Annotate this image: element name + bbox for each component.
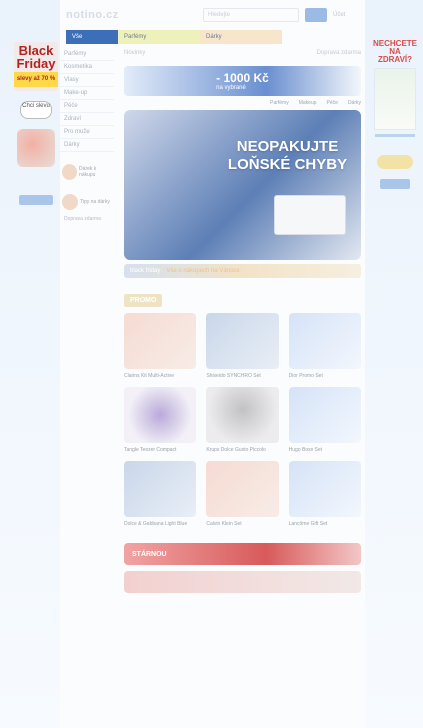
- right-ad-gold-button[interactable]: [377, 155, 413, 169]
- discount-amount: - 1000 Kč na vybrané: [216, 71, 269, 91]
- product-card[interactable]: Krups Dolce Gusto Piccolo: [206, 387, 279, 453]
- black-friday-ribbon[interactable]: black friday Vše o nákupech na Vánoce: [124, 264, 361, 278]
- right-ad-cta[interactable]: [380, 179, 410, 189]
- promo-bar-secondary[interactable]: [124, 571, 361, 593]
- product-name: Lancôme Gift Set: [288, 521, 328, 527]
- tab-perfumes[interactable]: Parfémy: [118, 30, 200, 44]
- product-grid: Clarins Kit Multi-Active Shiseido SYNCHR…: [124, 313, 361, 527]
- page-container: notino.cz Hledejte Účet Vše Parfémy Dárk…: [60, 0, 365, 728]
- site-logo[interactable]: notino.cz: [66, 9, 119, 21]
- sidebar-promo[interactable]: Dárek k nákupu: [60, 162, 114, 182]
- product-image: [124, 387, 197, 443]
- sidebar-item[interactable]: Dárky: [60, 139, 114, 152]
- product-card[interactable]: Calvin Klein Set: [206, 461, 279, 527]
- discount-value: - 1000 Kč: [216, 71, 269, 85]
- product-name: Calvin Klein Set: [206, 521, 242, 527]
- ribbon-text: Vše o nákupech na Vánoce: [166, 268, 240, 274]
- discount-banner[interactable]: - 1000 Kč na vybrané: [124, 66, 361, 96]
- product-card[interactable]: Dior Promo Set: [288, 313, 361, 379]
- subnav-item[interactable]: Dárky: [348, 100, 361, 106]
- main-top-right[interactable]: Doprava zdarma: [317, 50, 361, 56]
- header: notino.cz Hledejte Účet: [60, 0, 365, 30]
- black-friday-badge: Black Friday slevy až 70 %: [14, 42, 58, 91]
- badge-title: Black Friday: [16, 43, 56, 71]
- product-card[interactable]: Lancôme Gift Set: [288, 461, 361, 527]
- tab-all[interactable]: Vše: [66, 30, 118, 44]
- promo-section-tag: PROMO: [124, 294, 163, 307]
- right-ad-banner[interactable]: NECHCETE NA ZDRAVÍ?: [373, 40, 417, 189]
- sub-navigation: Parfémy Makeup Péče Dárky: [124, 100, 361, 106]
- sidebar-item[interactable]: Parfémy: [60, 48, 114, 61]
- promo-thumbnail: [62, 164, 78, 180]
- product-image: [124, 461, 197, 517]
- nav-tabs: Vše Parfémy Dárky: [66, 30, 359, 44]
- promo-bar[interactable]: STÁRNOU: [124, 543, 361, 565]
- product-image: [288, 461, 361, 517]
- product-card[interactable]: Hugo Boss Set: [288, 387, 361, 453]
- search-button[interactable]: [305, 8, 327, 22]
- promo-text: Dárek k nákupu: [79, 166, 97, 178]
- product-name: Tangle Teezer Compact: [124, 447, 177, 453]
- main-top-left[interactable]: Novinky: [124, 50, 145, 56]
- product-card[interactable]: Clarins Kit Multi-Active: [124, 313, 197, 379]
- sidebar-item[interactable]: Péče: [60, 100, 114, 113]
- account-link[interactable]: Účet: [333, 12, 359, 18]
- main-content: Novinky Doprava zdarma - 1000 Kč na vybr…: [114, 44, 365, 593]
- main-topbar: Novinky Doprava zdarma: [124, 44, 361, 62]
- sidebar: Parfémy Kosmetika Vlasy Make-up Péče Zdr…: [60, 44, 114, 593]
- product-image: [206, 387, 279, 443]
- product-name: Hugo Boss Set: [288, 447, 323, 453]
- subnav-item[interactable]: Makeup: [299, 100, 317, 106]
- sidebar-item[interactable]: Kosmetika: [60, 61, 114, 74]
- product-name: Clarins Kit Multi-Active: [124, 373, 175, 379]
- sidebar-note: Doprava zdarma: [64, 216, 101, 222]
- product-name: Krups Dolce Gusto Piccolo: [206, 447, 266, 453]
- sidebar-item[interactable]: Zdraví: [60, 113, 114, 126]
- product-name: Dior Promo Set: [288, 373, 323, 379]
- subnav-item[interactable]: Parfémy: [270, 100, 289, 106]
- left-ad-banner[interactable]: Black Friday slevy až 70 % Chci slevu: [14, 42, 58, 205]
- product-image: [288, 387, 361, 443]
- ribbon-label: black friday: [130, 268, 161, 274]
- discount-sub: na vybrané: [216, 85, 246, 91]
- left-ad-cta[interactable]: [19, 195, 53, 205]
- hero-headline: NEOPAKUJTE LOŇSKÉ CHYBY: [227, 138, 348, 173]
- right-ad-divider: [375, 134, 415, 137]
- hero-banner[interactable]: NEOPAKUJTE LOŇSKÉ CHYBY: [124, 110, 361, 260]
- hero-laptop-image: [274, 195, 346, 235]
- left-ad-image: [17, 129, 55, 167]
- badge-sub: slevy až 70 %: [14, 72, 58, 87]
- promo-text: Tipy na dárky: [80, 199, 110, 205]
- product-name: Dolce & Gabbana Light Blue: [124, 521, 188, 527]
- sidebar-item[interactable]: Pro muže: [60, 126, 114, 139]
- product-name: Shiseido SYNCHRO Set: [206, 373, 261, 379]
- product-image: [206, 461, 279, 517]
- product-image: [124, 313, 197, 369]
- product-card[interactable]: Tangle Teezer Compact: [124, 387, 197, 453]
- right-ad-image: [374, 68, 416, 130]
- product-image: [288, 313, 361, 369]
- promo-thumbnail: [62, 194, 78, 210]
- product-image: [206, 313, 279, 369]
- content: Parfémy Kosmetika Vlasy Make-up Péče Zdr…: [60, 44, 365, 593]
- sidebar-item[interactable]: Vlasy: [60, 74, 114, 87]
- product-card[interactable]: Dolce & Gabbana Light Blue: [124, 461, 197, 527]
- subnav-item[interactable]: Péče: [327, 100, 338, 106]
- tab-gifts[interactable]: Dárky: [200, 30, 282, 44]
- sidebar-item[interactable]: Make-up: [60, 87, 114, 100]
- left-ad-button[interactable]: Chci slevu: [20, 101, 52, 119]
- product-card[interactable]: Shiseido SYNCHRO Set: [206, 313, 279, 379]
- right-ad-title: NECHCETE NA ZDRAVÍ?: [373, 39, 418, 64]
- sidebar-promo[interactable]: Tipy na dárky: [60, 192, 114, 212]
- search-input[interactable]: Hledejte: [203, 8, 299, 22]
